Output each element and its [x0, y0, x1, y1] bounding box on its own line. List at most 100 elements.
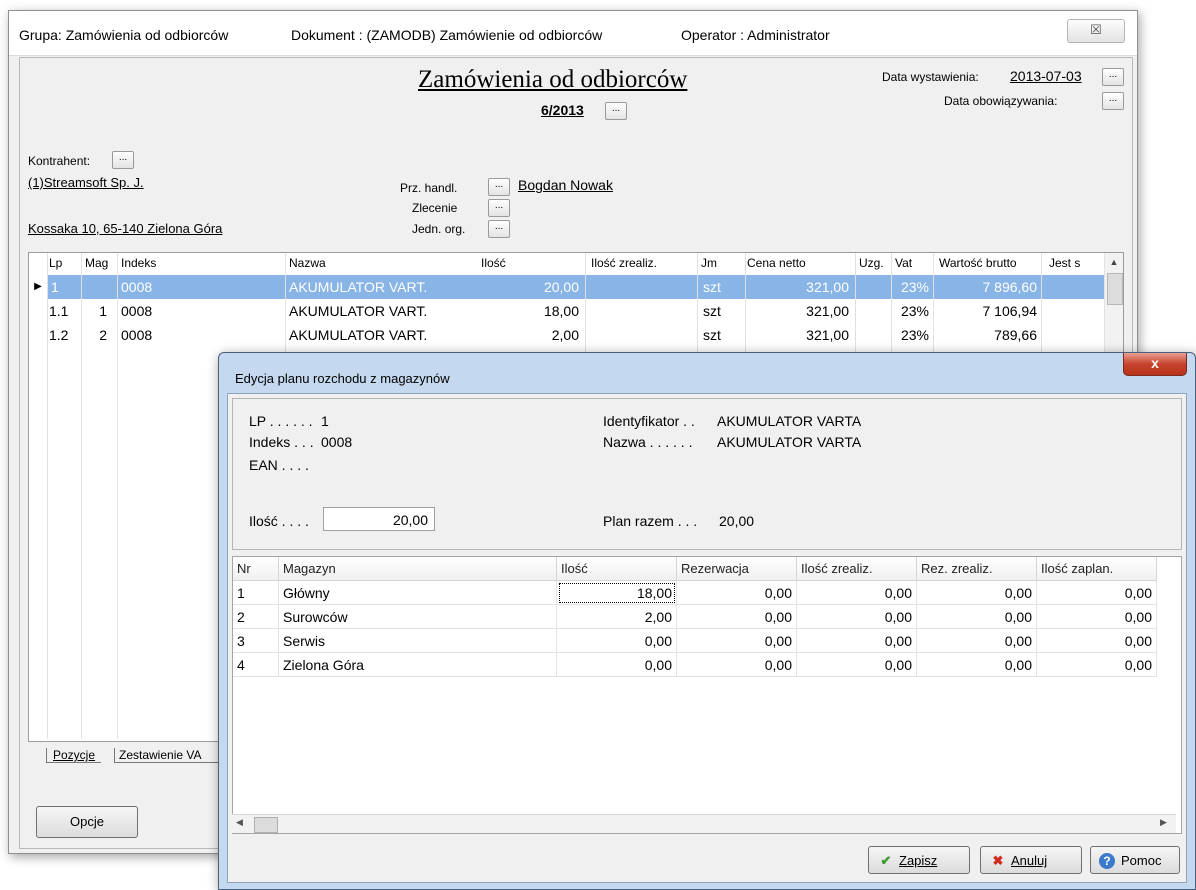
col-header-ilosc[interactable]: Ilość	[481, 253, 506, 273]
cancel-button[interactable]: ✖ Anuluj	[980, 846, 1082, 874]
cell-rez-zrealiz: 0,00	[917, 605, 1037, 629]
main-close-button[interactable]: ☒	[1067, 19, 1125, 43]
issue-date-label: Data wystawienia:	[882, 70, 979, 84]
grid-divider	[855, 253, 856, 353]
org-unit-dots-button[interactable]: ...	[488, 220, 510, 238]
dialog-close-button[interactable]: x	[1123, 353, 1187, 376]
grid-divider	[47, 253, 48, 739]
cell-rezerwacja[interactable]: 0,00	[677, 581, 797, 605]
salesperson-value: Bogdan Nowak	[518, 177, 613, 193]
cell-ilosc[interactable]: 0,00	[557, 629, 677, 653]
main-title-bar: Grupa: Zamówienia od odbiorców Dokument …	[9, 11, 1137, 56]
cell-rezerwacja[interactable]: 0,00	[677, 605, 797, 629]
grid-row[interactable]: 1.2 2 0008 AKUMULATOR VART. 2,00 szt 321…	[29, 323, 1089, 347]
scroll-up-icon[interactable]: ▲	[1105, 253, 1123, 271]
cell-nr: 4	[233, 653, 279, 677]
cell-rezerwacja[interactable]: 0,00	[677, 653, 797, 677]
col-header-ilosc-zaplan[interactable]: Ilość zaplan.	[1037, 557, 1157, 581]
salesperson-dots-button[interactable]: ...	[488, 178, 510, 196]
cell-ilosc[interactable]: 2,00	[557, 605, 677, 629]
col-header-ilosc-zrealiz[interactable]: Ilość zrealiz.	[797, 557, 917, 581]
warehouse-row[interactable]: 3 Serwis 0,00 0,00 0,00 0,00 0,00	[233, 629, 1161, 653]
lp-label: LP . . . . . .	[249, 413, 313, 429]
col-header-indeks[interactable]: Indeks	[121, 253, 156, 273]
issue-date-value[interactable]: 2013-07-03	[1010, 68, 1082, 84]
index-value: 0008	[321, 434, 353, 450]
identifier-value: AKUMULATOR VARTA	[717, 413, 862, 429]
cell-mag: 1	[99, 303, 107, 319]
cell-ilosc: 20,00	[543, 279, 579, 295]
cell-nazwa: AKUMULATOR VART.	[289, 279, 428, 295]
cell-ilosc-zaplan: 0,00	[1037, 605, 1157, 629]
col-header-cena-netto[interactable]: Cena netto	[747, 253, 806, 273]
cell-ilosc: 2,00	[551, 327, 579, 343]
help-button[interactable]: ? Pomoc	[1090, 846, 1180, 874]
row-pointer-icon: ▶	[34, 281, 42, 292]
warehouse-row[interactable]: 2 Surowców 2,00 0,00 0,00 0,00 0,00	[233, 605, 1161, 629]
grid-row[interactable]: 1.1 1 0008 AKUMULATOR VART. 18,00 szt 32…	[29, 299, 1089, 323]
col-header-vat[interactable]: Vat	[895, 253, 912, 273]
cell-rezerwacja[interactable]: 0,00	[677, 629, 797, 653]
col-header-wartosc-brutto[interactable]: Wartość brutto	[939, 253, 1017, 273]
cell-ilosc[interactable]: 0,00	[557, 653, 677, 677]
col-header-mag[interactable]: Mag	[85, 253, 108, 273]
qty-label: Ilość . . . .	[249, 513, 309, 529]
cell-ilosc-zaplan: 0,00	[1037, 629, 1157, 653]
col-header-ilosc[interactable]: Ilość	[557, 557, 677, 581]
col-header-nr[interactable]: Nr	[233, 557, 279, 581]
cell-ilosc-zrealiz: 0,00	[797, 629, 917, 653]
cell-ilosc-zaplan: 0,00	[1037, 653, 1157, 677]
warehouse-row[interactable]: 1 Główny 18,00 0,00 0,00 0,00 0,00	[233, 581, 1161, 605]
cell-lp: 1.1	[49, 303, 69, 319]
contractor-name: (1)Streamsoft Sp. J.	[28, 175, 144, 190]
org-unit-label: Jedn. org.	[412, 222, 466, 236]
title-group: Grupa: Zamówienia od odbiorców	[19, 27, 229, 43]
col-header-nazwa[interactable]: Nazwa	[289, 253, 326, 273]
grid-divider	[585, 253, 586, 353]
cell-rez-zrealiz: 0,00	[917, 581, 1037, 605]
dialog-horizontal-scrollbar[interactable]: ◀ ▶	[232, 814, 1176, 833]
scrollbar-thumb[interactable]	[1107, 273, 1123, 305]
cell-indeks: 0008	[121, 279, 153, 295]
cell-ilosc-zaplan: 0,00	[1037, 581, 1157, 605]
cell-magazyn: Serwis	[279, 629, 557, 653]
help-button-label: Pomoc	[1121, 853, 1162, 868]
cell-ilosc[interactable]: 18,00	[557, 581, 677, 605]
tab-pozycje[interactable]: Pozycje	[46, 748, 102, 763]
options-button[interactable]: Opcje	[36, 806, 138, 838]
scroll-left-icon[interactable]: ◀	[236, 817, 243, 828]
contractor-dots-button[interactable]: ...	[112, 151, 134, 169]
title-document: Dokument : (ZAMODB) Zamówienie od odbior…	[291, 27, 603, 43]
qty-input[interactable]: 20,00	[323, 507, 435, 531]
col-header-jm[interactable]: Jm	[701, 253, 717, 273]
col-header-magazyn[interactable]: Magazyn	[279, 557, 557, 581]
scroll-right-icon[interactable]: ▶	[1160, 817, 1167, 828]
issue-date-dots-button[interactable]: ...	[1102, 68, 1124, 86]
warehouse-grid[interactable]: Nr Magazyn Ilość Rezerwacja Ilość zreali…	[232, 556, 1182, 834]
order-label: Zlecenie	[412, 201, 458, 215]
plan-dialog: Edycja planu rozchodu z magazynów x LP .…	[218, 352, 1196, 890]
grid-divider	[933, 253, 934, 353]
col-header-uzg[interactable]: Uzg.	[859, 253, 884, 273]
order-dots-button[interactable]: ...	[488, 199, 510, 217]
col-header-ilosc-zrealiz[interactable]: Ilość zrealiz.	[591, 253, 657, 273]
grid-row[interactable]: ▶ 1 0008 AKUMULATOR VART. 20,00 szt 321,…	[29, 275, 1105, 299]
warehouse-row[interactable]: 4 Zielona Góra 0,00 0,00 0,00 0,00 0,00	[233, 653, 1161, 677]
identifier-label: Identyfikator . .	[603, 413, 695, 429]
col-header-rezerwacja[interactable]: Rezerwacja	[677, 557, 797, 581]
scrollbar-thumb[interactable]	[254, 817, 278, 833]
contractor-label: Kontrahent:	[28, 154, 91, 168]
cell-jm: szt	[703, 303, 721, 319]
cell-brutto: 789,66	[994, 327, 1037, 343]
item-info-panel: LP . . . . . . 1 Indeks . . . 0008 EAN .…	[232, 398, 1182, 550]
col-header-lp[interactable]: Lp	[49, 253, 62, 273]
cell-nr: 2	[233, 605, 279, 629]
col-header-jest[interactable]: Jest s	[1049, 253, 1093, 273]
number-dots-button[interactable]: ...	[605, 102, 627, 120]
col-header-rez-zrealiz[interactable]: Rez. zrealiz.	[917, 557, 1037, 581]
valid-date-dots-button[interactable]: ...	[1102, 92, 1124, 110]
cell-jm: szt	[703, 327, 721, 343]
save-button[interactable]: ✔ Zapisz	[868, 846, 970, 874]
tab-zestawienie-vat[interactable]: Zestawienie VA	[114, 748, 233, 763]
cell-indeks: 0008	[121, 327, 153, 343]
